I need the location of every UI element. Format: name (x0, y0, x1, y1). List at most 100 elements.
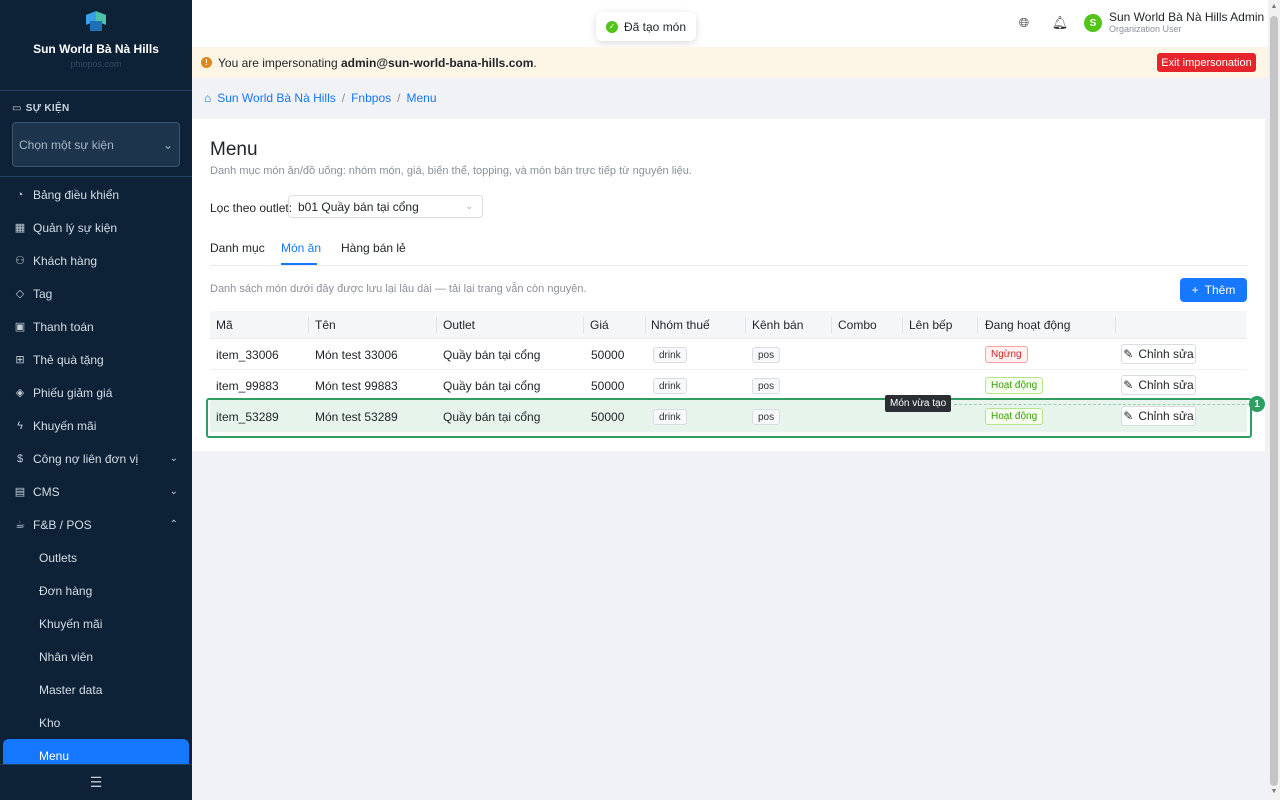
scroll-down-icon[interactable]: ▼ (1270, 788, 1278, 795)
cms-icon: ▤ (14, 486, 26, 498)
sidebar-subitem-promotions[interactable]: Khuyến mãi (0, 607, 192, 640)
add-button[interactable]: + Thêm (1180, 278, 1247, 302)
outlet-filter-value: b01 Quầy bán tại cổng (298, 199, 419, 214)
breadcrumb-separator: / (341, 91, 346, 105)
globe-icon[interactable]: 🌐︎ (1016, 15, 1032, 31)
sidebar-item-tag[interactable]: ◇ Tag (0, 277, 192, 310)
brand-logo-icon (84, 10, 108, 34)
event-select[interactable]: Chọn một sự kiện ⌄ (12, 122, 180, 167)
sidebar-subitem-inventory[interactable]: Kho (0, 706, 192, 739)
table-row: item_33006 Món test 33006 Quầy bán tại c… (210, 339, 1247, 370)
toast-message: Đã tạo món (624, 19, 687, 34)
promotion-icon: ϟ (17, 419, 23, 432)
sidebar-brand: Sun World Bà Nà Hills phiopos.com (0, 0, 192, 91)
sidebar-item-coupons[interactable]: ◈ Phiếu giảm giá (0, 376, 192, 409)
highlight-badge: 1 (1249, 396, 1265, 412)
sidebar-item-promotions[interactable]: ϟ Khuyến mãi (0, 409, 192, 442)
cell-code: item_33006 (216, 348, 279, 362)
sidebar-item-payment[interactable]: ▣ Thanh toán (0, 310, 192, 343)
sidebar-subitem-master-data[interactable]: Master data (0, 673, 192, 706)
column-header-code: Mã (216, 318, 233, 332)
scrollbar-thumb[interactable] (1270, 16, 1278, 786)
tab-retail[interactable]: Hàng bán lẻ (341, 241, 406, 255)
outlet-filter-select[interactable]: b01 Quầy bán tại cổng ⌄ (288, 195, 483, 218)
edit-button[interactable]: ✎ Chỉnh sửa (1121, 406, 1196, 426)
page-title: Menu (210, 139, 258, 160)
fnb-icon: ☕ (15, 519, 25, 531)
breadcrumb-home[interactable]: Sun World Bà Nà Hills (217, 91, 336, 105)
exit-impersonation-button[interactable]: Exit impersonation (1157, 53, 1256, 72)
column-header-name: Tên (315, 318, 336, 332)
edit-icon: ✎ (1123, 347, 1134, 361)
sidebar-divider (0, 176, 192, 177)
tax-group-tag: drink (653, 378, 687, 394)
sidebar: Sun World Bà Nà Hills phiopos.com ▭ SỰ K… (0, 0, 192, 800)
event-section-label: ▭ SỰ KIỆN (12, 103, 70, 114)
sidebar-item-customers[interactable]: ⚇ Khách hàng (0, 244, 192, 277)
chevron-down-icon: ⌄ (169, 453, 178, 464)
page-scrollbar[interactable]: ▲ ▼ (1268, 0, 1280, 800)
highlight-connector (954, 404, 1250, 405)
impersonation-banner: ! You are impersonating admin@sun-world-… (192, 47, 1268, 78)
cell-price: 50000 (591, 348, 625, 362)
chevron-down-icon: ⌄ (162, 137, 173, 152)
sidebar-subitem-outlets[interactable]: Outlets (0, 541, 192, 574)
dashboard-icon: ◔ (16, 188, 24, 201)
sidebar-item-debt[interactable]: $ Công nợ liên đơn vị ⌄ (0, 442, 192, 475)
warning-icon: ! (201, 57, 212, 68)
status-badge: Hoạt động (985, 408, 1044, 425)
brand-subtitle: phiopos.com (70, 59, 122, 69)
cell-outlet: Quầy bán tại cổng (443, 410, 541, 424)
cell-outlet: Quầy bán tại cổng (443, 348, 541, 362)
users-icon: ⚇ (15, 255, 25, 267)
cell-name: Món test 99883 (315, 379, 398, 393)
coupon-icon: ◈ (15, 387, 25, 399)
edit-icon: ✎ (1123, 409, 1134, 423)
gift-icon: ⊞ (15, 354, 25, 366)
impersonation-email: admin@sun-world-bana-hills.com (340, 55, 534, 70)
sidebar-item-dashboard[interactable]: ◔ Bảng điều khiển (0, 178, 192, 211)
impersonation-suffix: . (533, 55, 537, 70)
chevron-down-icon: ⌄ (169, 486, 178, 497)
edit-button[interactable]: ✎ Chỉnh sửa (1121, 344, 1196, 364)
sidebar-menu: ◔ Bảng điều khiển ▦ Quản lý sự kiện ⚇ Kh… (0, 178, 192, 772)
active-tab-indicator (281, 263, 317, 265)
sidebar-item-gift-cards[interactable]: ⊞ Thẻ quà tặng (0, 343, 192, 376)
highlight-tooltip: Món vừa tạo (885, 395, 952, 412)
scroll-up-icon[interactable]: ▲ (1270, 3, 1278, 10)
debt-icon: $ (16, 452, 24, 465)
cell-price: 50000 (591, 410, 625, 424)
menu-items-table: Mã Tên Outlet Giá Nhóm thuế Kênh bán Com… (210, 311, 1247, 432)
breadcrumb-section[interactable]: Fnbpos (351, 91, 391, 105)
sidebar-item-fnb-pos[interactable]: ☕ F&B / POS ⌃ (0, 508, 192, 541)
tab-categories[interactable]: Danh mục (210, 241, 265, 255)
sidebar-subitem-staff[interactable]: Nhân viên (0, 640, 192, 673)
table-row: item_99883 Món test 99883 Quầy bán tại c… (210, 370, 1247, 401)
column-header-channel: Kênh bán (752, 318, 804, 332)
channel-tag: pos (752, 409, 781, 425)
status-badge: Hoạt động (985, 377, 1044, 394)
edit-icon: ✎ (1123, 378, 1134, 392)
sidebar-subitem-orders[interactable]: Đơn hàng (0, 574, 192, 607)
check-circle-icon: ✓ (606, 20, 618, 33)
tab-dishes[interactable]: Món ăn (281, 241, 321, 255)
edit-button[interactable]: ✎ Chỉnh sửa (1121, 375, 1196, 395)
tax-group-tag: drink (653, 409, 687, 425)
sidebar-item-cms[interactable]: ▤ CMS ⌄ (0, 475, 192, 508)
bell-icon[interactable]: 🔔︎ (1052, 15, 1069, 31)
chevron-up-icon: ⌃ (169, 519, 178, 530)
list-note: Danh sách món dưới đây được lưu lại lâu … (210, 283, 587, 295)
breadcrumb: ⌂ Sun World Bà Nà Hills / Fnbpos / Menu (204, 91, 437, 105)
outlet-filter-label: Lọc theo outlet: (210, 201, 293, 215)
menu-collapse-icon: ☰ (89, 774, 103, 790)
sidebar-collapse-button[interactable]: ☰ (0, 764, 192, 800)
user-menu[interactable]: S Sun World Bà Nà Hills Admin Organizati… (1084, 11, 1264, 35)
sidebar-item-events[interactable]: ▦ Quản lý sự kiện (0, 211, 192, 244)
tabs: Danh mục Món ăn Hàng bán lẻ (210, 238, 1247, 266)
channel-tag: pos (752, 347, 781, 363)
event-section-icon: ▭ (12, 103, 22, 114)
breadcrumb-page[interactable]: Menu (406, 91, 436, 105)
table-row: item_53289 Món test 53289 Quầy bán tại c… (210, 401, 1247, 432)
column-header-kitchen: Lên bếp (909, 318, 953, 332)
cell-price: 50000 (591, 379, 625, 393)
